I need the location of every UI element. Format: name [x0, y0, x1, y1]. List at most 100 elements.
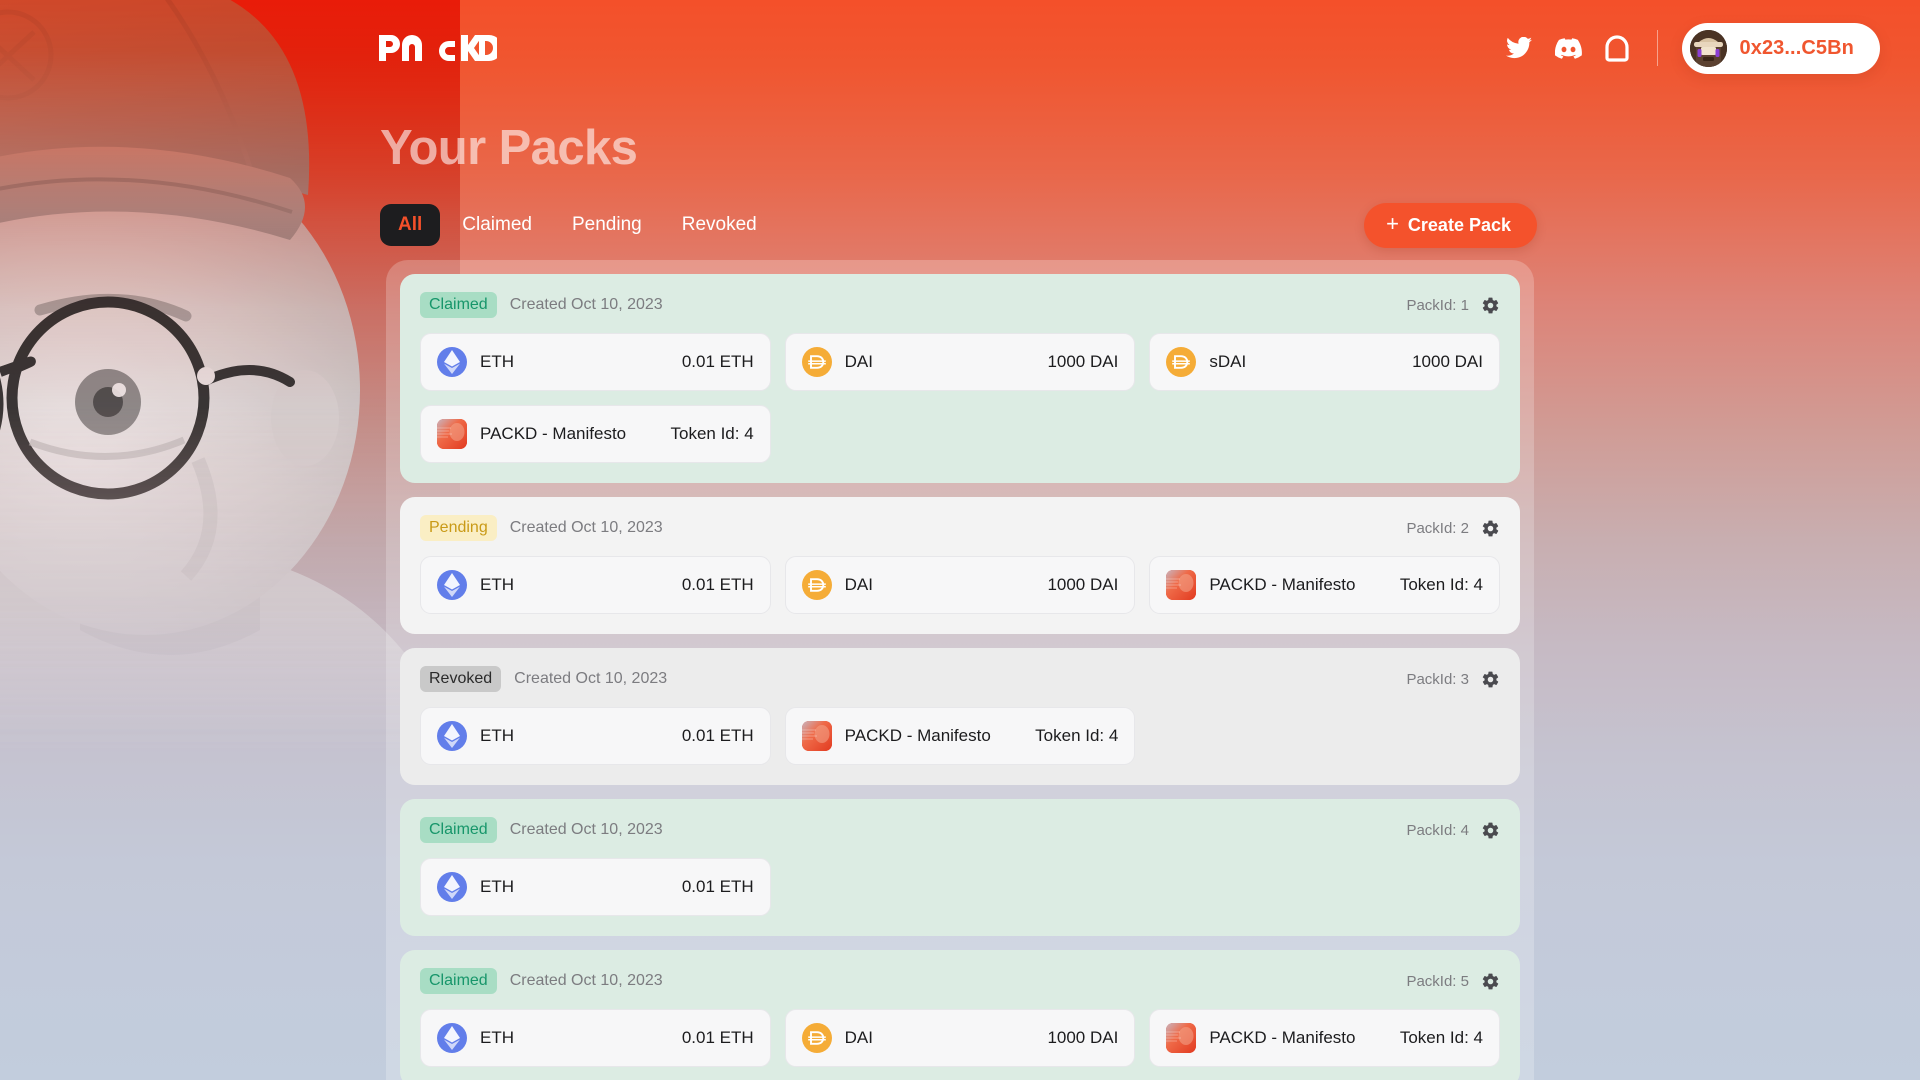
gear-icon[interactable] — [1481, 821, 1500, 840]
asset-name: PACKD - Manifesto — [480, 424, 627, 443]
asset-value: 0.01 ETH — [681, 575, 754, 594]
status-filter-tabs: All Claimed Pending Revoked — [380, 204, 775, 246]
tab-all[interactable]: All — [380, 204, 441, 246]
pack-card[interactable]: Revoked Created Oct 10, 2023 PackId: 3 ETH 0… — [400, 648, 1520, 785]
pack-card-meta: PackId: 3 — [1406, 670, 1500, 689]
packs-list-panel[interactable]: Claimed Created Oct 10, 2023 PackId: 1 ETH 0… — [386, 260, 1534, 1080]
discord-icon[interactable] — [1554, 35, 1582, 62]
nft-thumbnail-icon — [437, 419, 467, 449]
asset-value: 0.01 ETH — [681, 1028, 754, 1047]
dai-icon — [801, 1023, 832, 1053]
twitter-icon[interactable] — [1506, 35, 1533, 62]
status-badge: Revoked — [420, 666, 502, 692]
asset-value: 0.01 ETH — [681, 352, 754, 371]
wallet-address: 0x23...C5Bn — [1739, 36, 1854, 59]
asset-value: Token Id: 4 — [670, 424, 754, 443]
asset-row[interactable]: PACKD - Manifesto Token Id: 4 — [420, 405, 771, 463]
asset-name: PACKD - Manifesto — [844, 726, 991, 745]
asset-value: 1000 DAI — [1412, 352, 1483, 371]
page-title: Your Packs — [380, 121, 638, 175]
asset-row[interactable]: PACKD - Manifesto Token Id: 4 — [1149, 556, 1500, 614]
status-badge: Claimed — [420, 968, 497, 994]
eth-icon — [437, 872, 467, 902]
pack-card[interactable]: Claimed Created Oct 10, 2023 PackId: 5 ETH 0… — [400, 950, 1520, 1080]
asset-row[interactable]: sDAI 1000 DAI — [1149, 333, 1500, 391]
asset-value: 0.01 ETH — [681, 726, 754, 745]
dai-icon — [801, 570, 832, 600]
pack-id: PackId: 4 — [1406, 821, 1469, 839]
tab-revoked[interactable]: Revoked — [664, 204, 775, 246]
asset-row[interactable]: PACKD - Manifesto Token Id: 4 — [1149, 1009, 1500, 1067]
brand-logo[interactable] — [377, 30, 497, 66]
gear-icon[interactable] — [1481, 519, 1500, 538]
asset-value: 1000 DAI — [1047, 575, 1119, 594]
asset-name: PACKD - Manifesto — [1209, 1028, 1356, 1047]
asset-name: ETH — [480, 1028, 514, 1047]
asset-grid: ETH 0.01 ETH DAI 1000 DAI PACKD - Manifesto T… — [420, 1009, 1500, 1067]
asset-name: ETH — [480, 352, 514, 371]
social-links — [1506, 28, 1657, 68]
created-date: Created Oct 10, 2023 — [509, 821, 663, 838]
created-date: Created Oct 10, 2023 — [509, 519, 663, 536]
nft-thumbnail-icon — [1166, 570, 1197, 600]
asset-row[interactable]: ETH 0.01 ETH — [420, 333, 771, 391]
status-badge: Claimed — [420, 292, 497, 318]
pack-card-header: Pending Created Oct 10, 2023 PackId: 2 — [420, 515, 1500, 541]
pack-id: PackId: 3 — [1406, 670, 1469, 688]
mirror-icon[interactable] — [1604, 34, 1631, 62]
asset-row[interactable]: ETH 0.01 ETH — [420, 858, 771, 916]
pack-card[interactable]: Claimed Created Oct 10, 2023 PackId: 1 ETH 0… — [400, 274, 1520, 483]
pack-card[interactable]: Claimed Created Oct 10, 2023 PackId: 4 ETH 0… — [400, 799, 1520, 936]
pack-card-meta: PackId: 2 — [1406, 519, 1500, 538]
status-badge: Pending — [420, 515, 497, 541]
pack-card-header: Claimed Created Oct 10, 2023 PackId: 1 — [420, 292, 1500, 318]
wallet-button[interactable]: 0x23...C5Bn — [1681, 22, 1880, 74]
asset-row[interactable]: ETH 0.01 ETH — [420, 1009, 771, 1067]
asset-name: sDAI — [1209, 352, 1247, 371]
asset-name: ETH — [480, 726, 514, 745]
asset-name: ETH — [480, 575, 514, 594]
eth-icon — [437, 721, 467, 751]
gear-icon[interactable] — [1481, 972, 1500, 991]
plus-icon: + — [1386, 211, 1399, 236]
asset-row[interactable]: ETH 0.01 ETH — [420, 556, 771, 614]
asset-grid: ETH 0.01 ETH PACKD - Manifesto Token Id: 4 — [420, 707, 1500, 765]
asset-value: Token Id: 4 — [1399, 575, 1483, 594]
pack-id: PackId: 1 — [1406, 296, 1469, 314]
asset-name: DAI — [844, 352, 873, 371]
dai-icon — [801, 347, 832, 377]
asset-value: 1000 DAI — [1047, 1028, 1119, 1047]
eth-icon — [437, 1023, 467, 1053]
asset-grid: ETH 0.01 ETH — [420, 858, 1500, 916]
status-badge: Claimed — [420, 817, 497, 843]
asset-row[interactable]: DAI 1000 DAI — [784, 333, 1136, 391]
asset-name: DAI — [844, 1028, 873, 1047]
pack-card-meta: PackId: 5 — [1406, 972, 1500, 991]
tab-claimed[interactable]: Claimed — [444, 204, 550, 246]
dai-icon — [1166, 347, 1197, 377]
gear-icon[interactable] — [1481, 296, 1500, 315]
app-header: 0x23...C5Bn — [0, 0, 1920, 95]
nft-thumbnail-icon — [1166, 1023, 1197, 1053]
pack-card[interactable]: Pending Created Oct 10, 2023 PackId: 2 ETH 0… — [400, 497, 1520, 634]
create-pack-button[interactable]: + Create Pack — [1364, 202, 1537, 248]
gear-icon[interactable] — [1481, 670, 1500, 689]
asset-row[interactable]: ETH 0.01 ETH — [420, 707, 771, 765]
asset-name: PACKD - Manifesto — [1209, 575, 1356, 594]
asset-name: ETH — [480, 877, 514, 896]
asset-grid: ETH 0.01 ETH DAI 1000 DAI sDAI 1000 DAI PACKD … — [420, 333, 1500, 463]
asset-grid: ETH 0.01 ETH DAI 1000 DAI PACKD - Manifesto T… — [420, 556, 1500, 614]
pack-card-header: Claimed Created Oct 10, 2023 PackId: 5 — [420, 968, 1500, 994]
tab-pending[interactable]: Pending — [554, 204, 660, 246]
eth-icon — [437, 347, 467, 377]
pack-card-meta: PackId: 1 — [1406, 296, 1500, 315]
asset-row[interactable]: DAI 1000 DAI — [784, 1009, 1136, 1067]
nft-thumbnail-icon — [801, 721, 832, 751]
asset-row[interactable]: PACKD - Manifesto Token Id: 4 — [784, 707, 1136, 765]
asset-value: Token Id: 4 — [1035, 726, 1119, 745]
asset-row[interactable]: DAI 1000 DAI — [784, 556, 1136, 614]
avatar — [1689, 29, 1727, 67]
created-date: Created Oct 10, 2023 — [509, 972, 663, 989]
create-pack-label: Create Pack — [1407, 214, 1511, 235]
asset-value: Token Id: 4 — [1399, 1028, 1483, 1047]
